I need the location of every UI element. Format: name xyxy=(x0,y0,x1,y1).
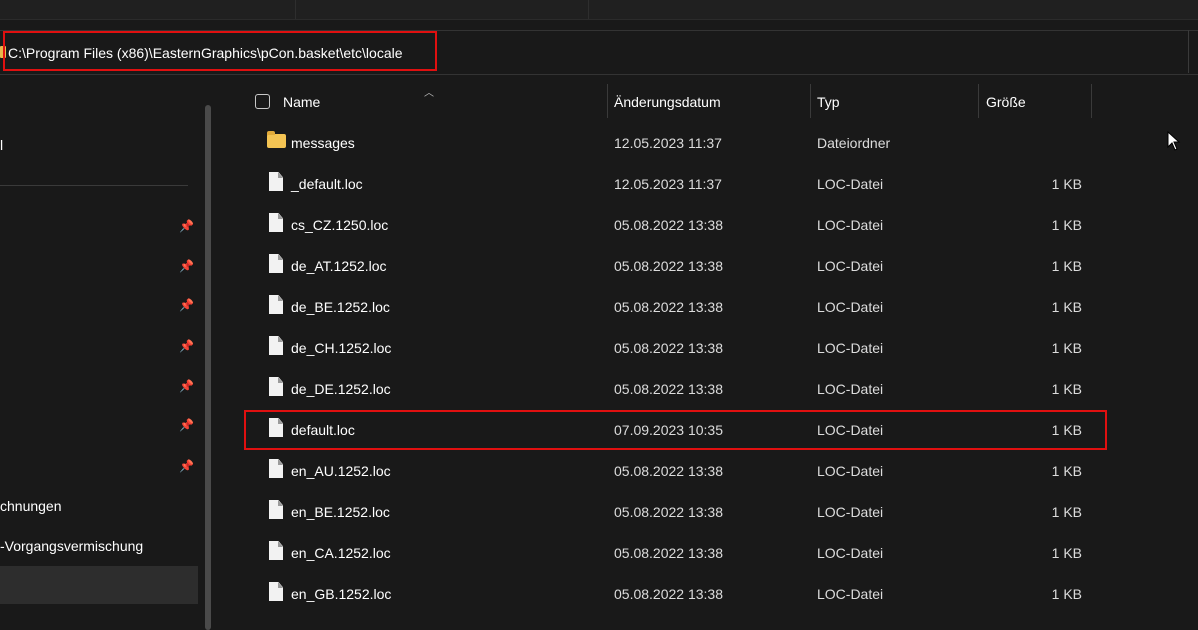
pin-icon[interactable]: 📌 xyxy=(179,379,194,393)
file-name: en_BE.1252.loc xyxy=(291,504,390,520)
column-divider[interactable] xyxy=(810,84,811,118)
file-size: 1 KB xyxy=(1051,217,1082,233)
file-icon xyxy=(269,213,283,232)
toolbar-divider xyxy=(588,0,589,19)
sidebar-item-selected[interactable] xyxy=(0,566,198,604)
file-name: en_AU.1252.loc xyxy=(291,463,391,479)
column-name[interactable]: Name xyxy=(283,94,320,110)
folder-icon xyxy=(267,131,286,148)
sort-ascending-icon: ︿ xyxy=(424,88,434,99)
file-name: messages xyxy=(291,135,355,151)
select-all-checkbox[interactable] xyxy=(255,94,270,109)
file-type: LOC-Datei xyxy=(817,586,884,602)
row-highlight-box xyxy=(244,410,1107,450)
file-date: 05.08.2022 13:38 xyxy=(614,217,723,233)
file-icon xyxy=(269,500,283,519)
sidebar-item[interactable]: l xyxy=(0,137,3,153)
pin-icon[interactable]: 📌 xyxy=(179,259,194,273)
file-icon xyxy=(269,336,283,355)
file-date: 05.08.2022 13:38 xyxy=(614,299,723,315)
file-row[interactable]: en_AU.1252.loc 05.08.2022 13:38 LOC-Datei 1… xyxy=(246,451,1106,492)
file-type: LOC-Datei xyxy=(817,176,884,192)
file-row[interactable]: en_BE.1252.loc 05.08.2022 13:38 LOC-Datei 1… xyxy=(246,492,1106,533)
mouse-cursor-icon xyxy=(1167,131,1181,151)
file-date: 05.08.2022 13:38 xyxy=(614,586,723,602)
file-type: Dateiordner xyxy=(817,135,891,151)
toolbar-divider xyxy=(295,0,296,19)
file-type: LOC-Datei xyxy=(817,340,884,356)
toolbar-strip xyxy=(0,0,1198,20)
file-date: 05.08.2022 13:38 xyxy=(614,258,723,274)
file-row[interactable]: de_AT.1252.loc 05.08.2022 13:38 LOC-Datei 1… xyxy=(246,246,1106,287)
file-row[interactable]: en_CA.1252.loc 05.08.2022 13:38 LOC-Datei 1… xyxy=(246,533,1106,574)
sidebar-divider xyxy=(0,185,188,186)
file-row[interactable]: de_CH.1252.loc 05.08.2022 13:38 LOC-Datei 1… xyxy=(246,328,1106,369)
file-date: 05.08.2022 13:38 xyxy=(614,545,723,561)
file-size: 1 KB xyxy=(1051,545,1082,561)
file-type: LOC-Datei xyxy=(817,381,884,397)
file-type: LOC-Datei xyxy=(817,545,884,561)
file-name: de_DE.1252.loc xyxy=(291,381,391,397)
column-header: ︿ Name Änderungsdatum Typ Größe xyxy=(246,84,1146,120)
file-type: LOC-Datei xyxy=(817,258,884,274)
file-date: 05.08.2022 13:38 xyxy=(614,463,723,479)
pin-icon[interactable]: 📌 xyxy=(179,459,194,473)
file-name: en_GB.1252.loc xyxy=(291,586,392,602)
file-size: 1 KB xyxy=(1051,504,1082,520)
file-icon xyxy=(269,254,283,273)
sidebar-item[interactable]: chnungen xyxy=(0,498,62,514)
address-divider xyxy=(1188,30,1189,73)
file-type: LOC-Datei xyxy=(817,299,884,315)
sidebar-scrollbar[interactable] xyxy=(205,105,211,630)
file-size: 1 KB xyxy=(1051,299,1082,315)
file-type: LOC-Datei xyxy=(817,217,884,233)
file-icon xyxy=(269,541,283,560)
file-name: en_CA.1252.loc xyxy=(291,545,391,561)
file-date: 05.08.2022 13:38 xyxy=(614,340,723,356)
file-type: LOC-Datei xyxy=(817,504,884,520)
file-row[interactable]: messages 12.05.2023 11:37 Dateiordner xyxy=(246,123,1106,164)
address-highlight-box xyxy=(3,31,437,71)
file-date: 05.08.2022 13:38 xyxy=(614,381,723,397)
file-size: 1 KB xyxy=(1051,381,1082,397)
file-size: 1 KB xyxy=(1051,463,1082,479)
file-icon xyxy=(269,295,283,314)
column-size[interactable]: Größe xyxy=(986,94,1026,110)
file-size: 1 KB xyxy=(1051,586,1082,602)
file-date: 12.05.2023 11:37 xyxy=(614,135,722,151)
column-divider[interactable] xyxy=(1091,84,1092,118)
file-icon xyxy=(269,377,283,396)
pin-icon[interactable]: 📌 xyxy=(179,298,194,312)
column-divider[interactable] xyxy=(978,84,979,118)
pin-icon[interactable]: 📌 xyxy=(179,219,194,233)
file-row[interactable]: _default.loc 12.05.2023 11:37 LOC-Datei 1 K… xyxy=(246,164,1106,205)
sidebar-item[interactable]: -Vorgangsvermischung xyxy=(0,538,143,554)
file-date: 05.08.2022 13:38 xyxy=(614,504,723,520)
pin-icon[interactable]: 📌 xyxy=(179,339,194,353)
file-row[interactable]: en_GB.1252.loc 05.08.2022 13:38 LOC-Datei 1… xyxy=(246,574,1106,615)
file-size: 1 KB xyxy=(1051,176,1082,192)
file-name: de_CH.1252.loc xyxy=(291,340,392,356)
file-size: 1 KB xyxy=(1051,258,1082,274)
navigation-pane: l 📌 📌 📌 📌 📌 📌 📌 chnungen -Vorgangsvermis… xyxy=(0,75,215,630)
file-name: de_AT.1252.loc xyxy=(291,258,387,274)
file-name: cs_CZ.1250.loc xyxy=(291,217,389,233)
file-icon xyxy=(269,582,283,601)
file-date: 12.05.2023 11:37 xyxy=(614,176,722,192)
column-divider[interactable] xyxy=(607,84,608,118)
column-type[interactable]: Typ xyxy=(817,94,840,110)
file-type: LOC-Datei xyxy=(817,463,884,479)
pin-icon[interactable]: 📌 xyxy=(179,418,194,432)
file-name: _default.loc xyxy=(291,176,363,192)
file-icon xyxy=(269,172,283,191)
column-date[interactable]: Änderungsdatum xyxy=(614,94,721,110)
file-name: de_BE.1252.loc xyxy=(291,299,390,315)
file-row[interactable]: cs_CZ.1250.loc 05.08.2022 13:38 LOC-Datei 1… xyxy=(246,205,1106,246)
file-icon xyxy=(269,459,283,478)
file-size: 1 KB xyxy=(1051,340,1082,356)
file-row[interactable]: de_BE.1252.loc 05.08.2022 13:38 LOC-Datei 1… xyxy=(246,287,1106,328)
file-row[interactable]: de_DE.1252.loc 05.08.2022 13:38 LOC-Datei 1… xyxy=(246,369,1106,410)
